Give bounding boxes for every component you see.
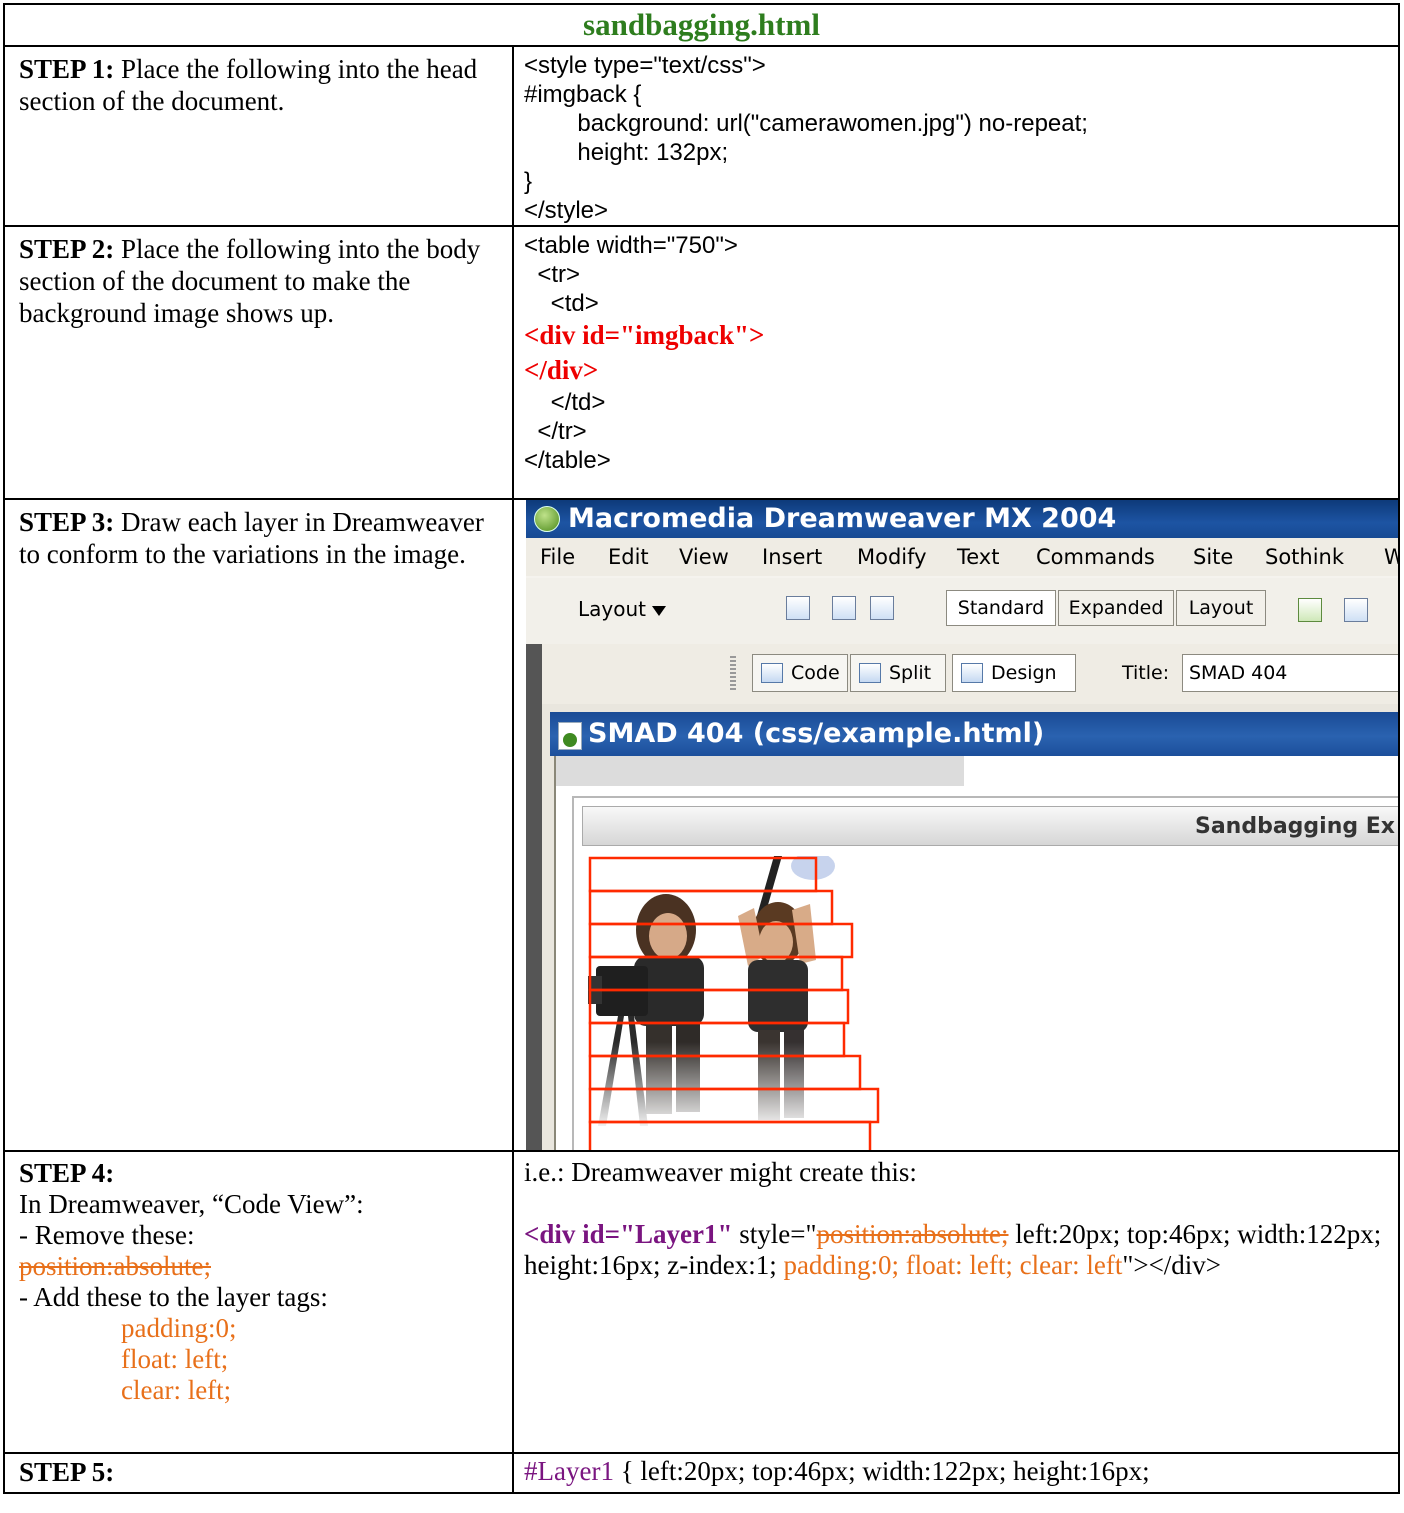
dw-menu-bar: File Edit View Insert Modify Text Comman… <box>526 538 1398 576</box>
menu-sothink[interactable]: Sothink <box>1265 538 1344 576</box>
dreamweaver-logo-icon <box>534 506 560 532</box>
dw-insert-bar: Layout Standard Expanded Layout <box>526 578 1398 645</box>
step4-instructions: STEP 4: In Dreamweaver, “Code View”: - R… <box>3 1150 514 1454</box>
code-view-button[interactable]: Code <box>752 654 848 692</box>
design-icon <box>961 663 983 683</box>
dw-document-toolbar: Code Split Design Title: SMAD 404 <box>542 644 1398 705</box>
step3-label: STEP 3: <box>19 507 115 537</box>
step4-label: STEP 4: <box>19 1158 115 1188</box>
step4-example-code: <div id="Layer1" style="position:absolut… <box>524 1219 1388 1281</box>
step4-line3: - Add these to the layer tags: <box>19 1282 328 1312</box>
split-icon <box>859 663 881 683</box>
step5-code-cell: #Layer1 { left:20px; top:46px; width:122… <box>512 1452 1400 1494</box>
step5-instructions: STEP 5: <box>3 1452 514 1494</box>
step5-rule: { left:20px; top:46px; width:122px; heig… <box>613 1456 1150 1486</box>
step4-remove-value: position:absolute; <box>19 1251 211 1281</box>
step4-example-cell: i.e.: Dreamweaver might create this: <di… <box>512 1150 1400 1454</box>
dw-document-title-bar: SMAD 404 (css/example.html) <box>550 712 1398 756</box>
step2-instructions: STEP 2: Place the following into the bod… <box>3 225 514 500</box>
dw-document-title: SMAD 404 (css/example.html) <box>588 718 1045 749</box>
document-icon <box>558 722 582 750</box>
step3-screenshot-cell: Macromedia Dreamweaver MX 2004 File Edit… <box>512 498 1400 1152</box>
canvas-table: Sandbagging Ex <box>572 796 1398 1150</box>
toolbar-grip-icon[interactable] <box>730 656 736 690</box>
title-label: Title: <box>1122 662 1170 684</box>
page-title-input[interactable]: SMAD 404 <box>1182 654 1398 692</box>
menu-insert[interactable]: Insert <box>762 538 822 576</box>
dw-title-bar: Macromedia Dreamweaver MX 2004 <box>526 500 1398 538</box>
step4-add-padding: padding:0; <box>121 1313 237 1343</box>
mode-expanded-button[interactable]: Expanded <box>1058 590 1174 626</box>
step4-line2: - Remove these: <box>19 1220 195 1250</box>
dw-left-panel-strip <box>526 644 542 1150</box>
mode-layout-button[interactable]: Layout <box>1176 590 1266 626</box>
dw-design-canvas[interactable]: Sandbagging Ex <box>554 756 1398 1150</box>
step1-label: STEP 1: <box>19 54 115 84</box>
step1-code-cell: <style type="text/css"> #imgback { backg… <box>512 45 1400 227</box>
dreamweaver-screenshot: Macromedia Dreamweaver MX 2004 File Edit… <box>526 500 1398 1150</box>
step2-code-top: <table width="750"> <tr> <td> <box>524 232 738 317</box>
chevron-down-icon <box>652 605 666 616</box>
example-added-values: padding:0; float: left; clear: left <box>783 1250 1123 1280</box>
canvas-header-bar: Sandbagging Ex <box>582 806 1398 846</box>
code-icon <box>761 663 783 683</box>
example-close-tag: "></div> <box>1122 1250 1222 1280</box>
dw-document-window: SMAD 404 (css/example.html) Sandbagging … <box>542 704 1398 1150</box>
step4-add-float: float: left; <box>121 1344 229 1374</box>
step2-label: STEP 2: <box>19 234 115 264</box>
table-icon[interactable] <box>786 596 810 620</box>
menu-edit[interactable]: Edit <box>608 538 649 576</box>
frames-icon[interactable] <box>870 596 894 620</box>
insert-category-dropdown[interactable]: Layout <box>578 596 666 622</box>
design-view-button[interactable]: Design <box>952 654 1076 692</box>
menu-modify[interactable]: Modify <box>857 538 927 576</box>
step4-add-clear: clear: left; <box>121 1375 232 1405</box>
step4-example-intro: i.e.: Dreamweaver might create this: <box>524 1157 917 1187</box>
mode-standard-button[interactable]: Standard <box>946 590 1056 626</box>
example-style-attr: style=" <box>732 1219 817 1249</box>
split-view-button[interactable]: Split <box>850 654 946 692</box>
step1-code: <style type="text/css"> #imgback { backg… <box>524 52 1088 224</box>
step5-selector: #Layer1 <box>524 1456 614 1486</box>
draw-layer-icon[interactable] <box>1298 598 1322 622</box>
layout-table-icon[interactable] <box>832 596 856 620</box>
dw-app-title: Macromedia Dreamweaver MX 2004 <box>568 503 1117 534</box>
step3-instructions: STEP 3: Draw each layer in Dreamweaver t… <box>3 498 514 1152</box>
step4-line1: In Dreamweaver, “Code View”: <box>19 1189 364 1219</box>
camerawomen-photo <box>588 856 908 1150</box>
document-title: sandbagging.html <box>3 3 1400 47</box>
menu-commands[interactable]: Commands <box>1036 538 1155 576</box>
canvas-header-text: Sandbagging Ex <box>1194 814 1395 839</box>
step2-red-close: </div> <box>524 355 599 385</box>
step2-red-open: <div id="imgback"> <box>524 320 765 350</box>
draw-layout-cell-icon[interactable] <box>1344 598 1368 622</box>
menu-view[interactable]: View <box>679 538 729 576</box>
canvas-top-band <box>556 756 964 786</box>
step5-label: STEP 5: <box>19 1457 115 1487</box>
step2-code-cell: <table width="750"> <tr> <td> <div id="i… <box>512 225 1400 500</box>
example-removed-position: position:absolute; <box>816 1219 1009 1249</box>
menu-site[interactable]: Site <box>1193 538 1233 576</box>
menu-window[interactable]: W <box>1384 538 1398 576</box>
example-div-tag: <div id="Layer1" <box>524 1219 733 1249</box>
menu-text[interactable]: Text <box>957 538 999 576</box>
step2-code-bottom: </td> </tr> </table> <box>524 389 611 474</box>
step1-instructions: STEP 1: Place the following into the hea… <box>3 45 514 227</box>
menu-file[interactable]: File <box>540 538 575 576</box>
